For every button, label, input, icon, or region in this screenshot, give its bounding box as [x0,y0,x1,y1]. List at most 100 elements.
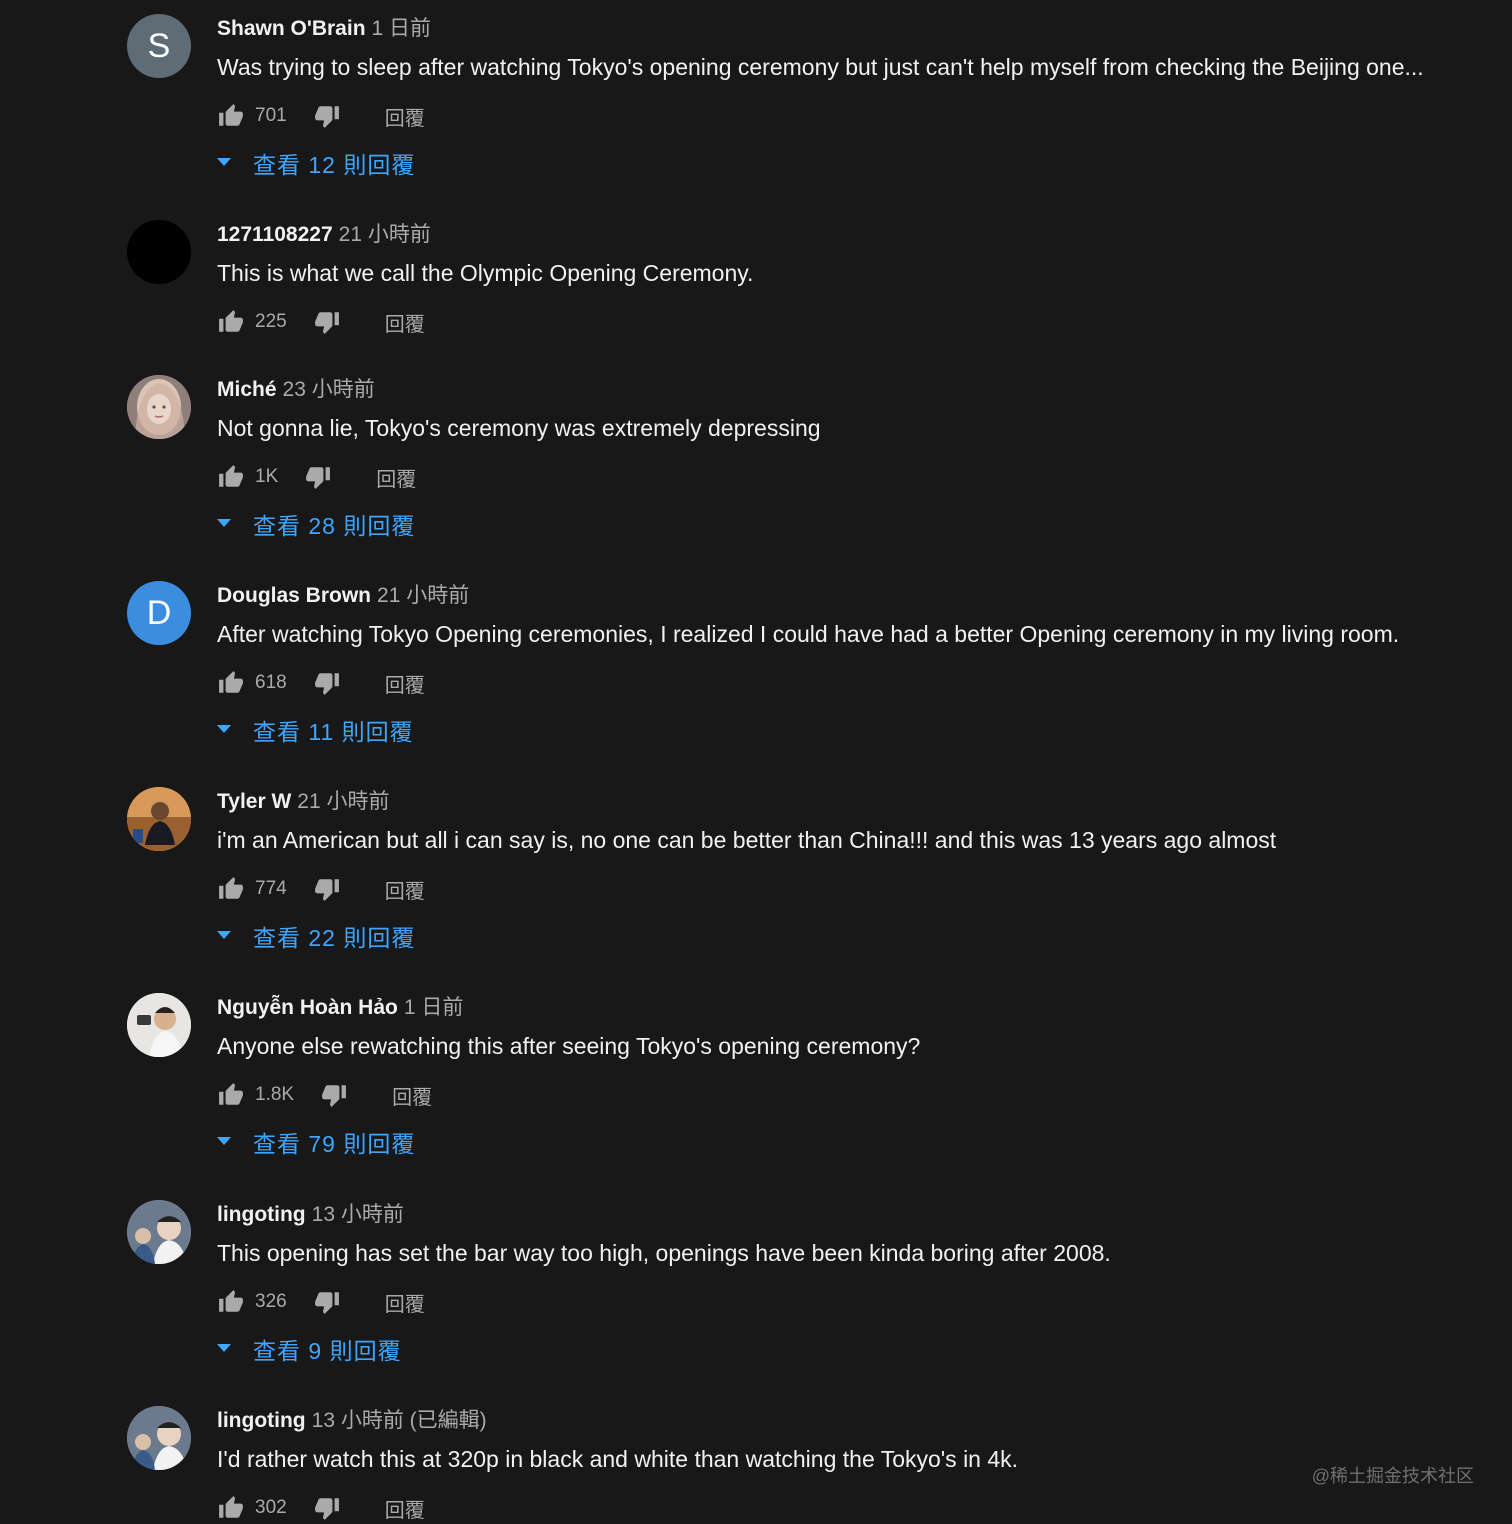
avatar-letter: S [147,26,171,65]
like-button[interactable] [217,669,245,697]
comment-text: I'd rather watch this at 320p in black a… [217,1446,1019,1472]
like-count: 618 [255,672,287,693]
like-count: 1.8K [255,1084,295,1105]
avatar[interactable]: D [127,581,191,645]
dislike-button[interactable] [313,102,341,130]
avatar[interactable] [127,993,191,1057]
view-replies-button[interactable]: 查看 28 則回覆 [217,507,415,541]
caret-down-icon [217,723,231,737]
dislike-button[interactable] [313,875,341,903]
comment-header: 1271108227 21 小時前 [217,222,431,248]
like-count: 1K [255,466,279,487]
reply-button[interactable]: 回覆 [392,1081,432,1110]
reply-button[interactable]: 回覆 [385,669,425,698]
comment-text: This is what we call the Olympic Opening… [217,260,754,286]
comment-actions: 701 回覆 [217,100,425,132]
thumbs-down-icon [314,312,339,334]
thumbs-down-icon [314,1292,339,1314]
author-name[interactable]: lingoting [217,1409,306,1432]
dislike-button[interactable] [313,669,341,697]
author-name[interactable]: Tyler W [217,790,291,813]
reply-button[interactable]: 回覆 [385,308,425,337]
thumbs-up-icon [219,104,243,126]
like-button[interactable] [217,308,245,336]
thumbs-up-icon [219,310,243,332]
comment-time[interactable]: 23 小時前 [283,378,375,401]
comment-time[interactable]: 13 小時前 (已編輯) [312,1409,487,1432]
caret-down-icon [217,929,231,943]
comment-time[interactable]: 13 小時前 [312,1203,404,1226]
author-name[interactable]: lingoting [217,1203,306,1226]
avatar[interactable] [127,787,191,851]
comment-header: Miché 23 小時前 [217,377,375,403]
reply-button[interactable]: 回覆 [385,1288,425,1317]
caret-down-icon [217,1342,231,1356]
comment-time[interactable]: 21 小時前 [339,223,431,246]
like-button[interactable] [217,1288,245,1316]
comment-header: Nguyễn Hoàn Hảo 1 日前 [217,995,463,1021]
comment-actions: 302 回覆 [217,1492,425,1524]
avatar[interactable] [127,220,191,284]
avatar-letter: D [146,593,172,632]
author-name[interactable]: Shawn O'Brain [217,17,366,40]
comment-header: Tyler W 21 小時前 [217,789,390,815]
view-replies-button[interactable]: 查看 12 則回覆 [217,146,415,180]
thumbs-down-icon [306,467,331,489]
author-name[interactable]: Miché [217,378,277,401]
avatar[interactable] [127,1200,191,1264]
comment-actions: 225 回覆 [217,306,425,338]
comment-text: This opening has set the bar way too hig… [217,1240,1111,1266]
dislike-button[interactable] [313,1288,341,1316]
thumbs-down-icon [314,673,339,695]
comment-header: Douglas Brown 21 小時前 [217,583,469,609]
reply-button[interactable]: 回覆 [385,102,425,131]
user-photo-icon [127,375,191,439]
author-name[interactable]: 1271108227 [217,223,333,246]
comment-header: lingoting 13 小時前 (已編輯) [217,1408,487,1434]
comment-time[interactable]: 21 小時前 [377,584,469,607]
like-button[interactable] [217,102,245,130]
like-button[interactable] [217,875,245,903]
reply-button[interactable]: 回覆 [385,1494,425,1523]
view-replies-label: 查看 12 則回覆 [253,152,416,178]
user-photo-icon [127,993,191,1057]
like-button[interactable] [217,1081,245,1109]
dislike-button[interactable] [320,1081,348,1109]
comment-text: Anyone else rewatching this after seeing… [217,1033,921,1059]
comment-text: Was trying to sleep after watching Tokyo… [217,54,1424,80]
view-replies-button[interactable]: 查看 11 則回覆 [217,713,414,747]
watermark: @稀土掘金技术社区 [1311,1466,1474,1486]
comment-text: i'm an American but all i can say is, no… [217,827,1277,853]
reply-button[interactable]: 回覆 [376,463,416,492]
like-button[interactable] [217,1494,245,1522]
comment-time[interactable]: 21 小時前 [297,790,389,813]
avatar[interactable] [127,1406,191,1470]
comment-time[interactable]: 1 日前 [372,17,432,40]
like-count: 225 [255,311,287,332]
view-replies-button[interactable]: 查看 79 則回覆 [217,1125,415,1159]
avatar[interactable] [127,375,191,439]
like-button[interactable] [217,463,245,491]
caret-down-icon [217,156,231,170]
view-replies-button[interactable]: 查看 9 則回覆 [217,1332,402,1366]
view-replies-label: 查看 79 則回覆 [253,1131,416,1157]
author-name[interactable]: Nguyễn Hoàn Hảo [217,996,398,1019]
thumbs-down-icon [314,879,339,901]
thumbs-up-icon [219,877,243,899]
reply-button[interactable]: 回覆 [385,875,425,904]
comment-actions: 774 回覆 [217,873,425,905]
author-name[interactable]: Douglas Brown [217,584,371,607]
like-count: 701 [255,105,287,126]
user-photo-icon [127,1200,191,1264]
view-replies-label: 查看 22 則回覆 [253,925,416,951]
view-replies-button[interactable]: 查看 22 則回覆 [217,919,415,953]
avatar[interactable]: S [127,14,191,78]
dislike-button[interactable] [304,463,332,491]
comment-actions: 618 回覆 [217,667,425,699]
dislike-button[interactable] [313,308,341,336]
thumbs-up-icon [219,465,243,487]
comment-time[interactable]: 1 日前 [404,996,464,1019]
dislike-button[interactable] [313,1494,341,1522]
user-photo-icon [127,1406,191,1470]
comment-actions: 326 回覆 [217,1286,425,1318]
